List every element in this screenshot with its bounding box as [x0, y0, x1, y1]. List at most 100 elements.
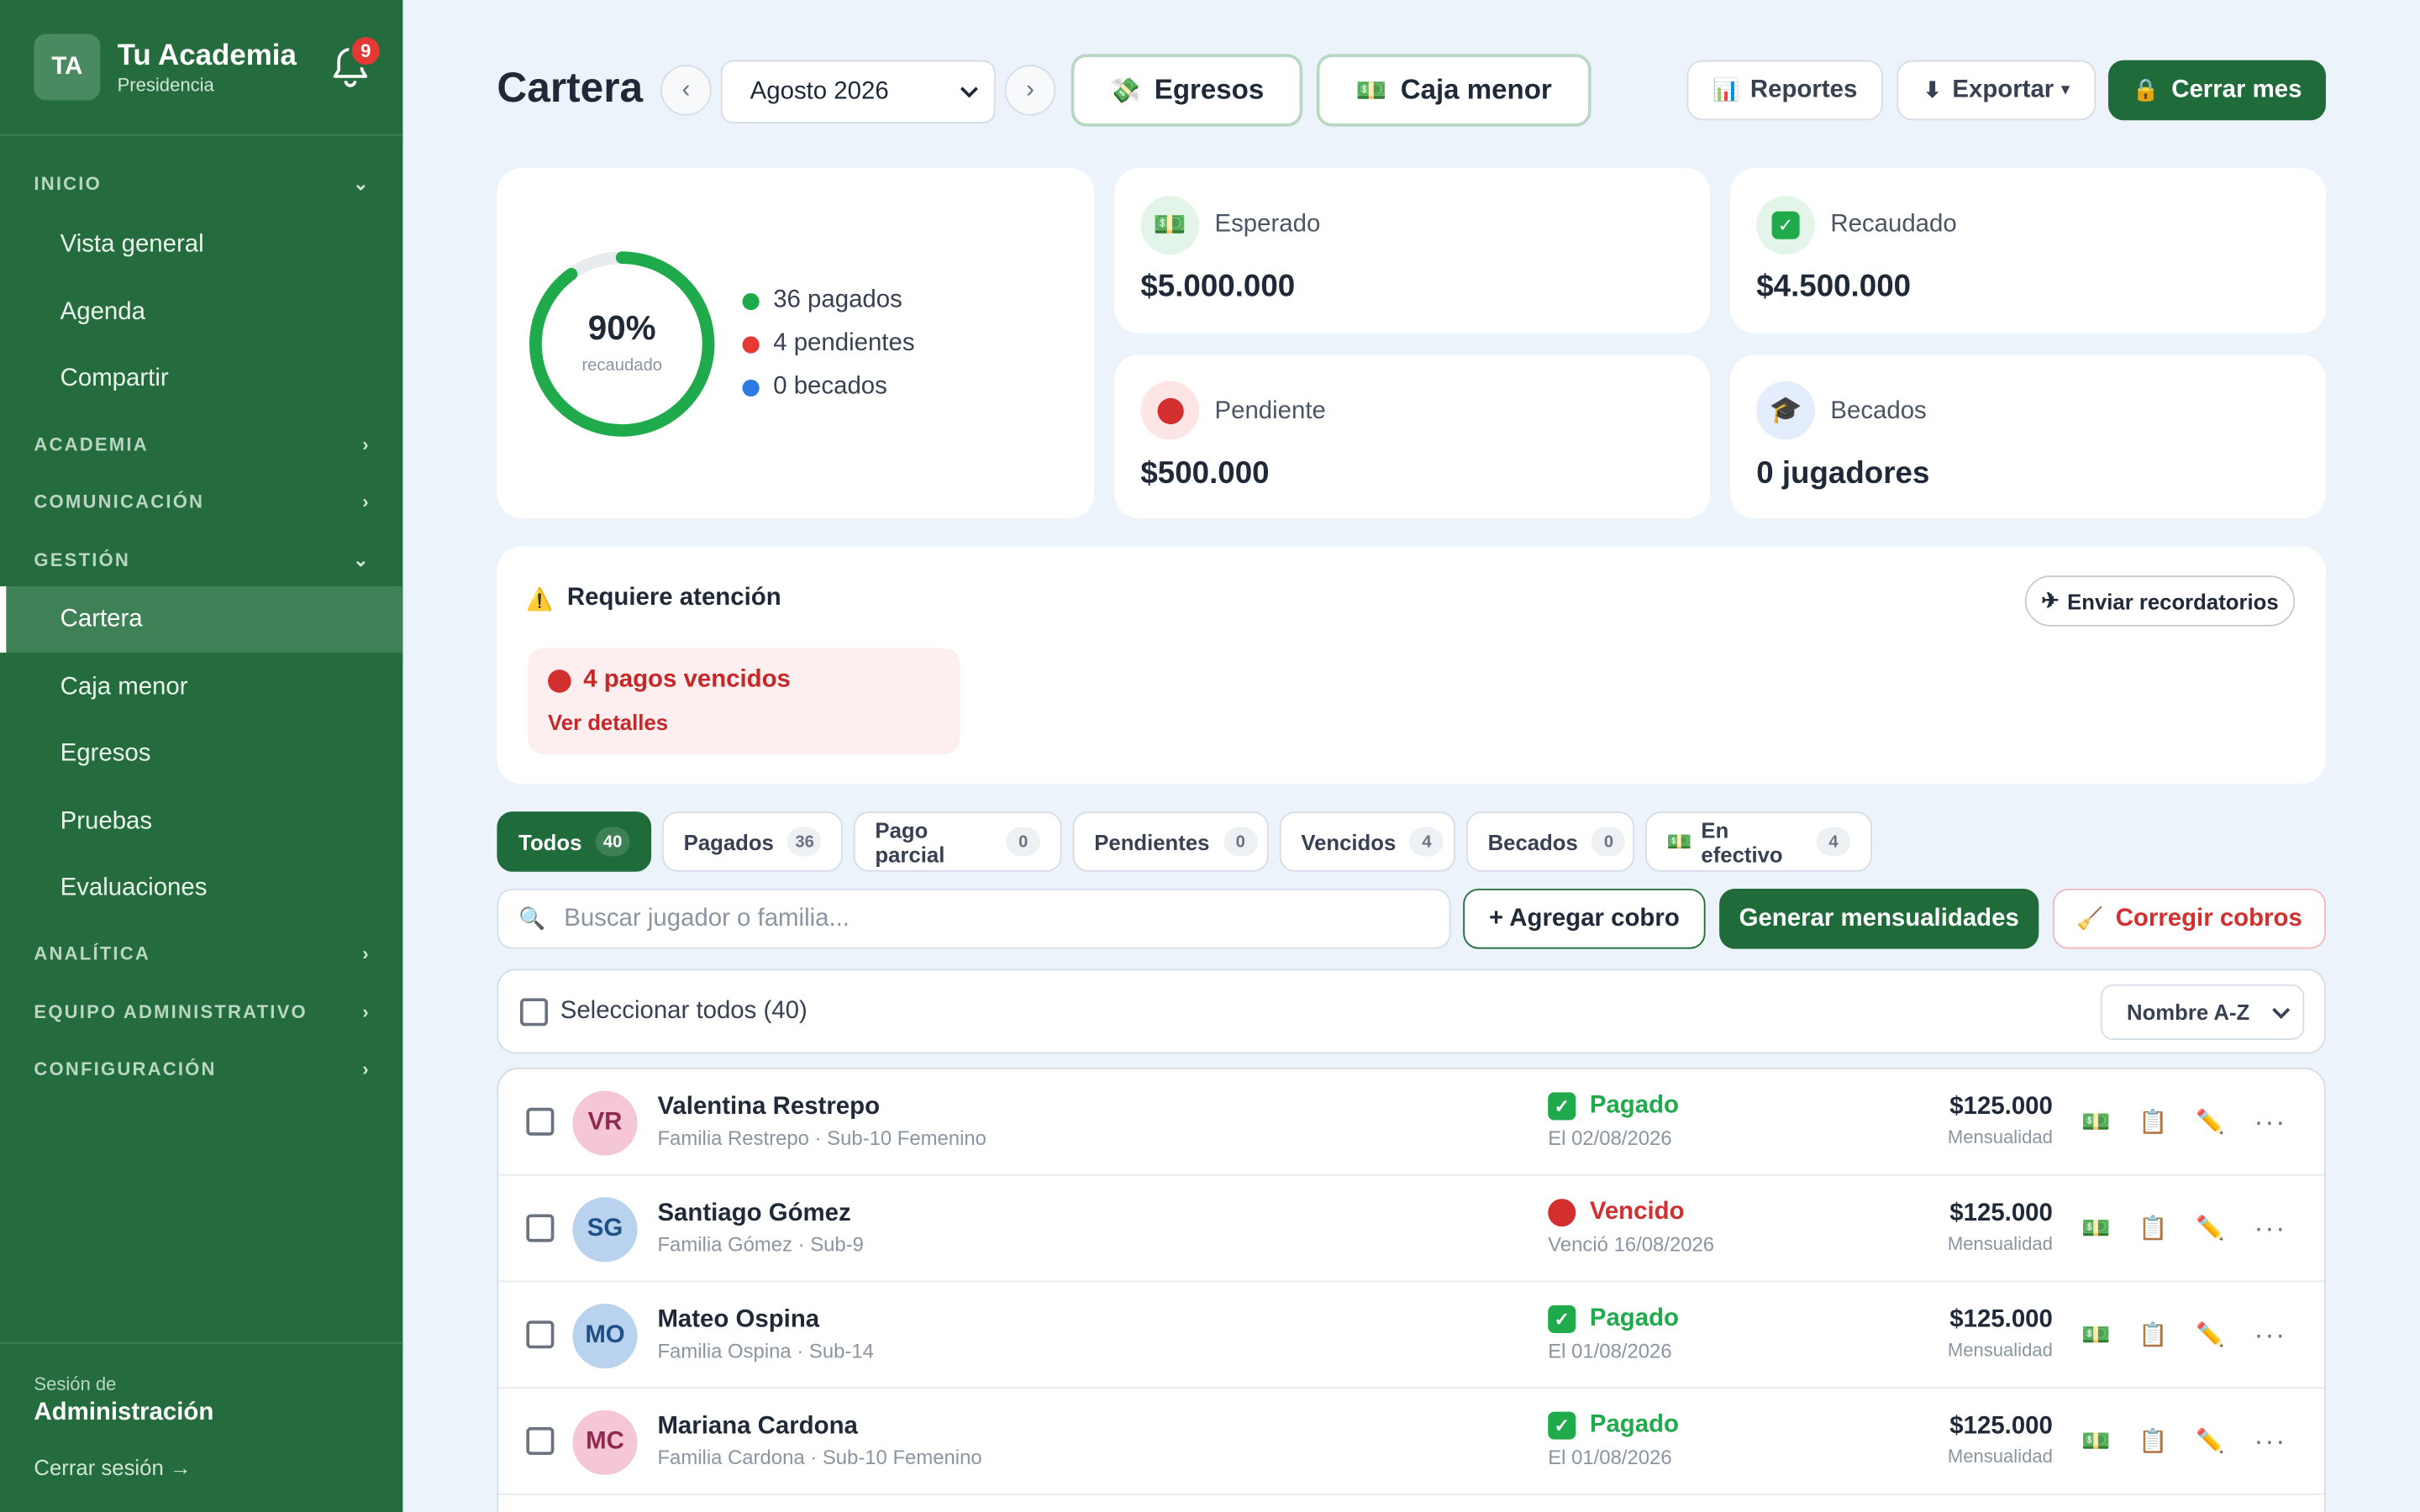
next-month-button[interactable]: ›	[1004, 65, 1056, 116]
add-charge-button[interactable]: + Agregar cobro	[1463, 888, 1706, 949]
stat-label: Esperado	[1214, 211, 1321, 238]
sidebar-item-caja-menor[interactable]: Caja menor	[0, 654, 402, 721]
stat-value: $5.000.000	[1140, 270, 1296, 304]
player-name[interactable]: Mariana Cardona	[657, 1413, 857, 1441]
month-select[interactable]: Agosto 2026	[720, 60, 996, 123]
row-checkbox[interactable]	[526, 1214, 555, 1242]
more-options-icon[interactable]: ···	[2252, 1316, 2289, 1353]
correct-charges-button[interactable]: 🧹 Corregir cobros	[2052, 888, 2326, 949]
clipboard-icon[interactable]: 📋	[2134, 1210, 2171, 1247]
chevron-down-icon: ⌄	[353, 549, 371, 571]
amount: $125.000	[1949, 1200, 2053, 1227]
tab-pago-parcial[interactable]: Pago parcial 0	[853, 811, 1062, 872]
caja-menor-button[interactable]: 💵 Caja menor	[1316, 54, 1591, 127]
more-options-icon[interactable]: ···	[2252, 1422, 2289, 1459]
sidebar-item-agenda[interactable]: Agenda	[0, 279, 402, 345]
table-row[interactable]: MC Mariana Cardona Familia Cardona · Sub…	[498, 1389, 2325, 1495]
more-options-icon[interactable]: ···	[2252, 1103, 2289, 1140]
sort-select[interactable]: Nombre A-Z	[2100, 984, 2305, 1040]
chevron-right-icon: ›	[362, 942, 371, 964]
collection-percent: 90%	[587, 308, 656, 348]
amount: $125.000	[1949, 1413, 2053, 1440]
player-family: Familia Cardona · Sub-10 Femenino	[657, 1446, 982, 1469]
sidebar-item-pruebas[interactable]: Pruebas	[0, 789, 402, 855]
red-circle-icon	[548, 669, 571, 692]
tab-pagados[interactable]: Pagados 36	[661, 811, 843, 872]
sidebar-item-evaluaciones[interactable]: Evaluaciones	[0, 855, 402, 921]
sidebar-item-cartera[interactable]: Cartera	[0, 585, 403, 653]
sidebar-item-egresos[interactable]: Egresos	[0, 721, 402, 787]
cash-payment-icon[interactable]: 💵	[2077, 1422, 2114, 1459]
select-all-label: Seleccionar todos (40)	[560, 998, 808, 1025]
see-details-link[interactable]: Ver detalles	[548, 710, 668, 734]
table-row[interactable]: SG Santiago Gómez Familia Gómez · Sub-9 …	[498, 1176, 2325, 1283]
edit-icon[interactable]: ✏️	[2191, 1422, 2228, 1459]
select-all-checkbox[interactable]	[519, 998, 549, 1026]
stat-value: $4.500.000	[1756, 270, 1912, 304]
section-inicio[interactable]: INICIO ⌄	[34, 173, 370, 195]
section-configuracion[interactable]: CONFIGURACIÓN ›	[34, 1058, 370, 1080]
money-icon: 💵	[1666, 829, 1692, 853]
edit-icon[interactable]: ✏️	[2191, 1103, 2228, 1140]
section-academia[interactable]: ACADEMIA ›	[34, 433, 370, 455]
egresos-button[interactable]: 💸 Egresos	[1071, 54, 1303, 127]
cerrar-mes-button[interactable]: 🔒 Cerrar mes	[2107, 60, 2326, 121]
red-circle-icon	[1548, 1199, 1576, 1227]
reportes-button[interactable]: 📊 Reportes	[1686, 60, 1883, 121]
row-checkbox[interactable]	[526, 1426, 555, 1456]
download-icon: ⬇	[1923, 76, 1942, 102]
check-icon: ✓	[1548, 1092, 1576, 1121]
player-family: Familia Gómez · Sub-9	[657, 1232, 864, 1257]
logout-link[interactable]: Cerrar sesión →	[34, 1455, 191, 1479]
sidebar-item-compartir[interactable]: Compartir	[0, 345, 402, 412]
exportar-button[interactable]: ⬇ Exportar ▾	[1897, 60, 2096, 121]
cash-payment-icon[interactable]: 💵	[2077, 1103, 2114, 1140]
section-comunicacion[interactable]: COMUNICACIÓN ›	[34, 491, 370, 512]
count-badge: 4	[1409, 827, 1444, 857]
money-icon: 💵	[1355, 77, 1387, 104]
edit-icon[interactable]: ✏️	[2191, 1210, 2228, 1247]
clipboard-icon[interactable]: 📋	[2134, 1316, 2171, 1353]
more-options-icon[interactable]: ···	[2252, 1210, 2289, 1247]
tab-en-efectivo[interactable]: 💵 En efectivo 4	[1644, 811, 1872, 872]
count-badge: 36	[787, 827, 822, 857]
cash-payment-icon[interactable]: 💵	[2077, 1210, 2114, 1247]
sidebar-item-vista-general[interactable]: Vista general	[0, 212, 402, 278]
chart-icon: 📊	[1712, 76, 1740, 102]
avatar: MO	[572, 1304, 638, 1369]
player-name[interactable]: Valentina Restrepo	[657, 1094, 880, 1121]
player-name[interactable]: Santiago Gómez	[657, 1200, 850, 1228]
clipboard-icon[interactable]: 📋	[2134, 1422, 2171, 1459]
check-icon: ✓	[1548, 1305, 1576, 1333]
overdue-alert[interactable]: 4 pagos vencidos Ver detalles	[528, 648, 960, 755]
row-checkbox[interactable]	[526, 1320, 555, 1349]
chevron-down-icon	[2272, 1000, 2291, 1024]
prev-month-button[interactable]: ‹	[660, 65, 712, 116]
tab-becados[interactable]: Becados 0	[1465, 811, 1635, 872]
attention-title: ⚠️ Requiere atención	[526, 585, 781, 612]
status-badge: ✓ Pagado	[1548, 1411, 1679, 1440]
player-name[interactable]: Mateo Ospina	[657, 1307, 819, 1335]
edit-icon[interactable]: ✏️	[2191, 1316, 2228, 1353]
status-badge: ✓ Pagado	[1548, 1092, 1679, 1121]
table-row[interactable]: MO Mateo Ospina Familia Ospina · Sub-14 …	[498, 1282, 2325, 1389]
send-reminders-button[interactable]: ✈ Enviar recordatorios	[2024, 575, 2296, 627]
table-row[interactable]: VR Valentina Restrepo Familia Restrepo ·…	[498, 1069, 2325, 1176]
tab-pendientes[interactable]: Pendientes 0	[1072, 811, 1269, 872]
search-input[interactable]: 🔍 Buscar jugador o familia...	[497, 888, 1451, 949]
check-icon: ✓	[1756, 196, 1816, 255]
chevron-right-icon: ›	[362, 491, 371, 512]
clipboard-icon[interactable]: 📋	[2134, 1103, 2171, 1140]
brand[interactable]: TA Tu Academia Presidencia	[34, 34, 297, 101]
section-equipo[interactable]: EQUIPO ADMINISTRATIVO ›	[34, 1001, 370, 1023]
player-family: Familia Restrepo · Sub-10 Femenino	[657, 1126, 986, 1150]
section-analitica[interactable]: ANALÍTICA ›	[34, 942, 370, 964]
tab-todos[interactable]: Todos 40	[497, 811, 652, 872]
section-gestion[interactable]: GESTIÓN ⌄	[34, 549, 370, 571]
tab-vencidos[interactable]: Vencidos 4	[1279, 811, 1456, 872]
cash-payment-icon[interactable]: 💵	[2077, 1316, 2114, 1353]
count-badge: 4	[1816, 827, 1851, 857]
row-checkbox[interactable]	[526, 1107, 555, 1136]
brand-role: Presidencia	[117, 73, 214, 95]
generate-fees-button[interactable]: Generar mensualidades	[1719, 888, 2039, 949]
